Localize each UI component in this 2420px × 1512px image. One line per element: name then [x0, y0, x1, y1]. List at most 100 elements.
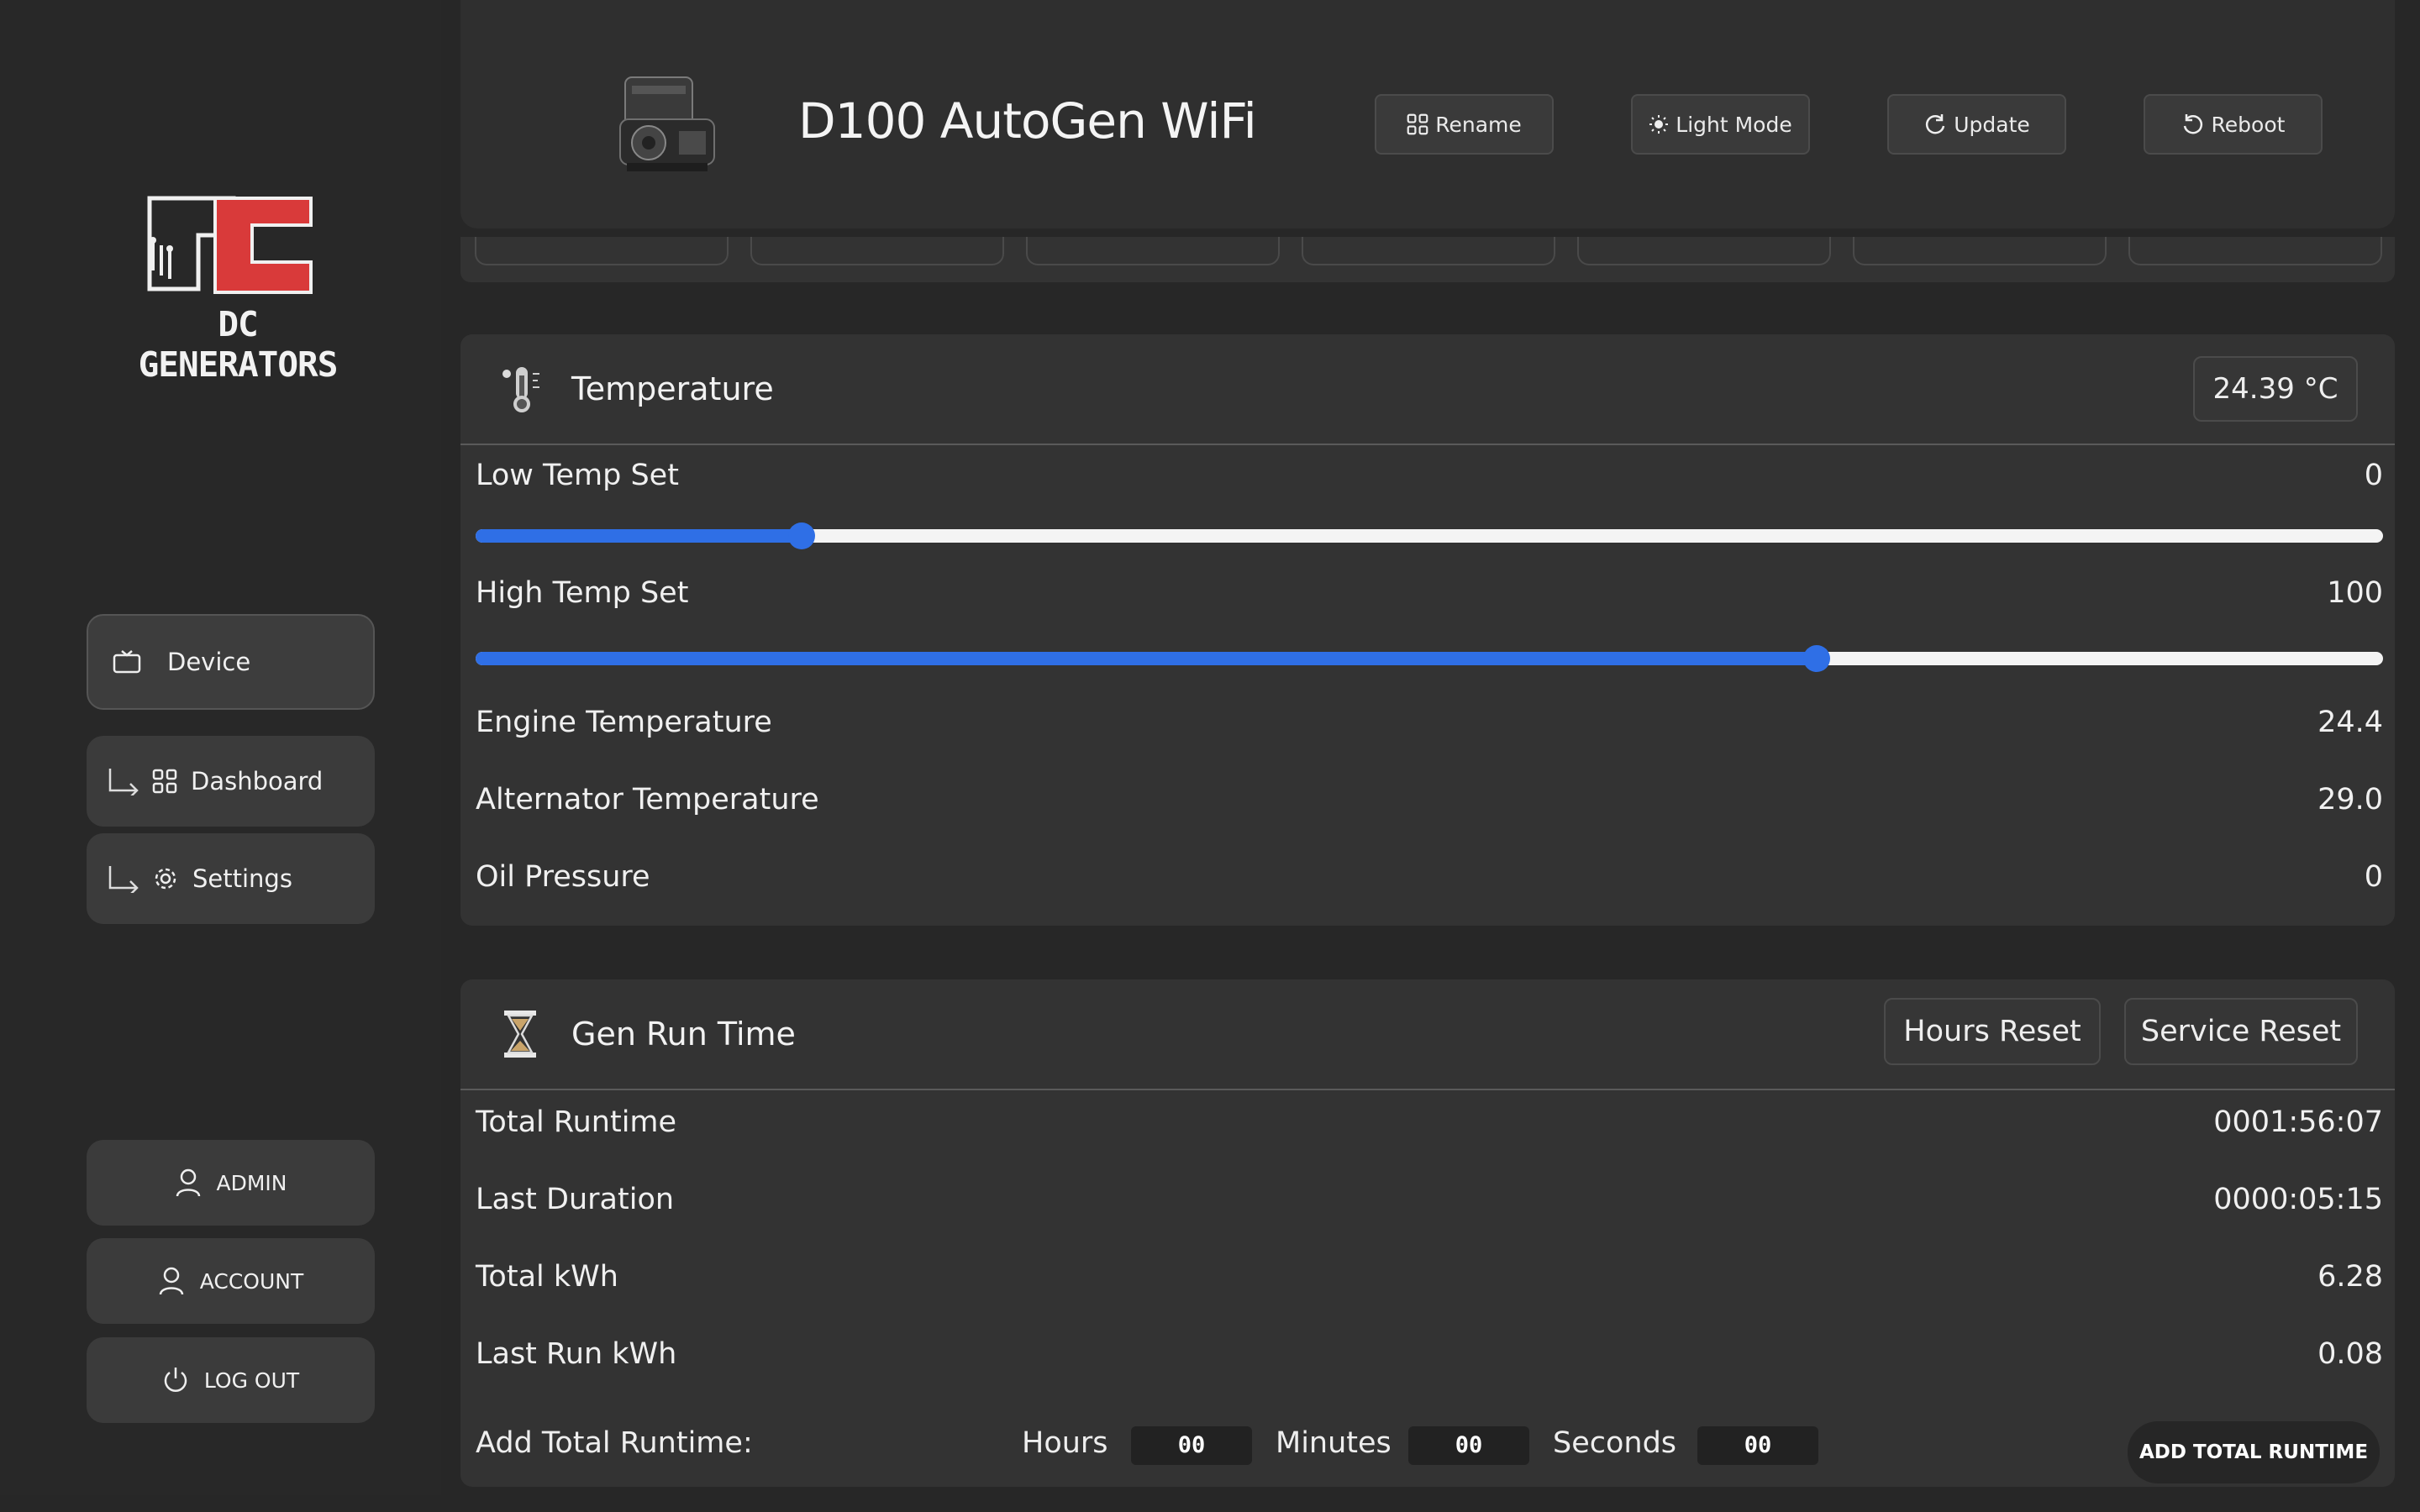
sidebar: DC GENERATORS Device Dashboard Settings …: [0, 0, 441, 1495]
temperature-card: Temperature 24.39 °C Low Temp Set 0 High…: [460, 334, 2395, 926]
tab[interactable]: [2128, 237, 2382, 265]
hours-reset-button[interactable]: Hours Reset: [1884, 998, 2101, 1065]
row-value: 0: [2364, 860, 2383, 894]
add-total-runtime-row: Add Total Runtime: Hours 00 Minutes 00 S…: [460, 1399, 2395, 1483]
sidebar-item-settings[interactable]: Settings: [87, 833, 375, 924]
tab[interactable]: [750, 237, 1004, 265]
add-total-runtime-button[interactable]: ADD TOTAL RUNTIME: [2128, 1421, 2380, 1483]
hours-input[interactable]: 00: [1131, 1426, 1252, 1465]
run-time-card-header: Gen Run Time Hours Reset Service Reset: [460, 979, 2395, 1090]
high-temp-value: 100: [2327, 576, 2383, 610]
minutes-label: Minutes: [1276, 1426, 1392, 1460]
rename-label: Rename: [1435, 112, 1522, 137]
row-value: 0.08: [2317, 1337, 2383, 1371]
hours-label: Hours: [1022, 1426, 1108, 1460]
sidebar-item-device[interactable]: Device: [87, 614, 375, 710]
row-value: 24.4: [2317, 706, 2383, 739]
slider-thumb[interactable]: [788, 522, 816, 549]
total-kwh-row: Total kWh 6.28: [460, 1245, 2395, 1322]
device-header: D100 AutoGen WiFi Rename Light Mode Upda…: [460, 0, 2395, 228]
tv-icon: [113, 650, 141, 674]
last-run-kwh-row: Last Run kWh 0.08: [460, 1322, 2395, 1399]
update-label: Update: [1954, 112, 2030, 137]
row-value: 0001:56:07: [2213, 1105, 2383, 1139]
generator-engine-image: [617, 69, 719, 178]
light-mode-label: Light Mode: [1676, 112, 1792, 137]
row-label: Alternator Temperature: [476, 783, 819, 816]
logout-button[interactable]: LOG OUT: [87, 1337, 375, 1423]
tab[interactable]: [475, 237, 729, 265]
service-reset-button[interactable]: Service Reset: [2124, 998, 2358, 1065]
sun-icon: [1649, 115, 1669, 134]
row-label: Oil Pressure: [476, 860, 650, 894]
admin-button[interactable]: ADMIN: [87, 1140, 375, 1226]
tab-strip: [460, 237, 2395, 282]
high-temp-set-row: High Temp Set 100: [460, 575, 2395, 630]
reboot-button[interactable]: Reboot: [2144, 94, 2323, 155]
slider-fill: [476, 529, 802, 543]
dc-generators-logo: DC GENERATORS: [116, 195, 360, 385]
temperature-card-header: Temperature 24.39 °C: [460, 334, 2395, 445]
run-time-title: Gen Run Time: [571, 1016, 796, 1053]
seconds-label: Seconds: [1553, 1426, 1677, 1460]
total-runtime-row: Total Runtime 0001:56:07: [460, 1090, 2395, 1168]
high-temp-slider-row: [460, 630, 2395, 694]
grid-icon: [1407, 113, 1428, 135]
low-temp-set-row: Low Temp Set 0: [460, 445, 2395, 501]
sub-arrow-icon: [108, 769, 139, 795]
temperature-reading: 24.39 °C: [2193, 356, 2358, 422]
row-label: Total kWh: [476, 1260, 618, 1294]
slider-thumb[interactable]: [1802, 645, 1830, 672]
power-icon: [164, 1368, 187, 1392]
sidebar-item-dashboard[interactable]: Dashboard: [87, 736, 375, 827]
high-temp-slider[interactable]: [476, 645, 2383, 672]
user-icon: [176, 1168, 200, 1197]
logout-label: LOG OUT: [203, 1368, 300, 1393]
row-label: Last Duration: [476, 1183, 675, 1216]
row-label: Total Runtime: [476, 1105, 677, 1139]
undo-icon: [2183, 114, 2202, 134]
gear-icon: [155, 868, 176, 890]
grid-icon: [152, 769, 177, 794]
last-duration-row: Last Duration 0000:05:15: [460, 1168, 2395, 1245]
add-runtime-label: Add Total Runtime:: [476, 1426, 753, 1460]
oil-pressure-row: Oil Pressure 0: [460, 848, 2395, 926]
update-button[interactable]: Update: [1887, 94, 2066, 155]
gen-run-time-card: Gen Run Time Hours Reset Service Reset T…: [460, 979, 2395, 1487]
low-temp-slider-row: [460, 501, 2395, 575]
tab[interactable]: [1026, 237, 1280, 265]
slider-fill: [476, 652, 1817, 665]
seconds-input[interactable]: 00: [1697, 1426, 1818, 1465]
row-label: Last Run kWh: [476, 1337, 677, 1371]
alternator-temp-row: Alternator Temperature 29.0: [460, 771, 2395, 848]
hourglass-icon: [504, 1011, 536, 1058]
rename-button[interactable]: Rename: [1375, 94, 1554, 155]
temperature-title: Temperature: [571, 370, 774, 407]
device-title: D100 AutoGen WiFi: [798, 92, 1257, 150]
sub-arrow-icon: [108, 866, 139, 893]
sidebar-item-label: Dashboard: [191, 767, 324, 795]
high-temp-label: High Temp Set: [476, 576, 689, 610]
row-value: 29.0: [2317, 783, 2383, 816]
brand-name: DC GENERATORS: [138, 304, 339, 385]
admin-label: ADMIN: [216, 1170, 287, 1195]
account-button[interactable]: ACCOUNT: [87, 1238, 375, 1324]
row-value: 6.28: [2317, 1260, 2383, 1294]
account-label: ACCOUNT: [199, 1268, 304, 1294]
sidebar-item-label: Settings: [192, 864, 292, 893]
sidebar-item-label: Device: [167, 648, 251, 676]
low-temp-label: Low Temp Set: [476, 459, 679, 492]
reboot-label: Reboot: [2211, 112, 2286, 137]
refresh-icon: [1926, 114, 1945, 134]
engine-temp-row: Engine Temperature 24.4: [460, 694, 2395, 771]
thermometer-icon: [502, 367, 539, 412]
tab[interactable]: [1853, 237, 2107, 265]
row-label: Engine Temperature: [476, 706, 772, 739]
light-mode-button[interactable]: Light Mode: [1631, 94, 1810, 155]
low-temp-slider[interactable]: [476, 522, 2383, 549]
tab[interactable]: [1302, 237, 1555, 265]
minutes-input[interactable]: 00: [1408, 1426, 1529, 1465]
row-value: 0000:05:15: [2213, 1183, 2383, 1216]
tab[interactable]: [1577, 237, 1831, 265]
add-runtime-inputs: Hours 00 Minutes 00 Seconds 00: [1022, 1426, 1946, 1468]
